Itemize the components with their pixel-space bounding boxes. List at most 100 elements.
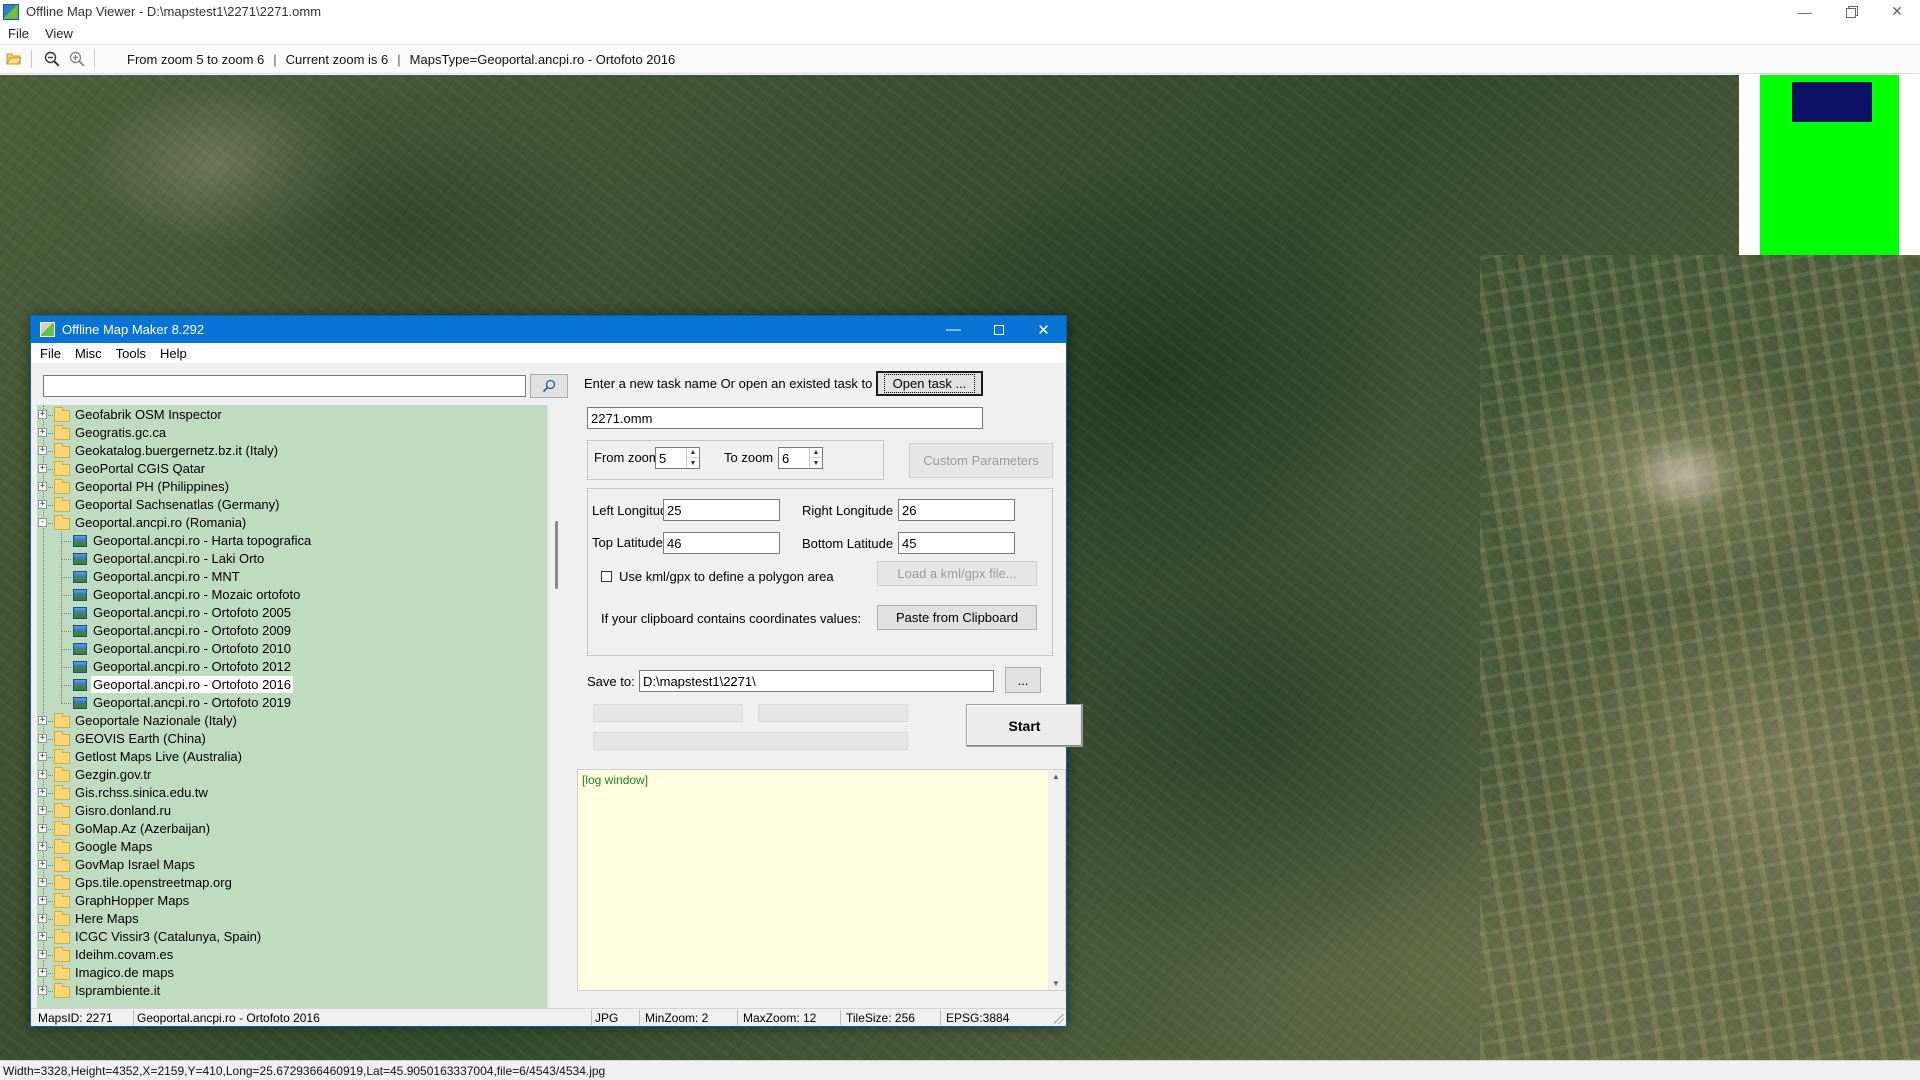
expand-icon[interactable]: + (38, 770, 47, 779)
tree-map-item[interactable]: Geoportal.ancpi.ro - MNT (37, 568, 542, 586)
expand-icon[interactable]: + (38, 986, 47, 995)
expand-icon[interactable]: + (38, 896, 47, 905)
tree-folder-item[interactable]: + Geokatalog.buergernetz.bz.it (Italy) (37, 442, 542, 460)
from-zoom-arrows[interactable]: ▲ ▼ (686, 448, 699, 468)
restore-button[interactable] (1828, 0, 1874, 23)
tree-scrollbar-thumb[interactable] (555, 521, 558, 589)
spin-up-icon[interactable]: ▲ (687, 448, 699, 458)
menu-view[interactable]: View (37, 26, 81, 41)
tree-map-item[interactable]: Geoportal.ancpi.ro - Harta topografica (37, 532, 542, 550)
zoom-out-button[interactable] (41, 48, 63, 70)
dialog-menu-misc[interactable]: Misc (68, 346, 109, 361)
tree-map-item[interactable]: Geoportal.ancpi.ro - Ortofoto 2005 (37, 604, 542, 622)
save-to-field[interactable]: D:\mapstest1\2271\ (639, 670, 994, 692)
expand-icon[interactable]: + (38, 788, 47, 797)
log-window[interactable]: [log window] ▲ ▼ (577, 769, 1066, 991)
tree-folder-item[interactable]: + GraphHopper Maps (37, 892, 542, 910)
tree-folder-item[interactable]: + ICGC Vissir3 (Catalunya, Spain) (37, 928, 542, 946)
tree-folder-item[interactable]: + Ideihm.covam.es (37, 946, 542, 964)
tree-folder-item[interactable]: - Geoportal.ancpi.ro (Romania) (37, 514, 542, 532)
spin-down-icon[interactable]: ▼ (810, 458, 822, 468)
start-button[interactable]: Start (966, 704, 1083, 747)
tree-folder-item[interactable]: + GoMap.Az (Azerbaijan) (37, 820, 542, 838)
expand-icon[interactable]: + (38, 824, 47, 833)
expand-icon[interactable]: + (38, 428, 47, 437)
tree-map-item[interactable]: Geoportal.ancpi.ro - Ortofoto 2016 (37, 676, 542, 694)
to-zoom-stepper[interactable]: 6 ▲ ▼ (778, 447, 823, 469)
open-file-button[interactable] (3, 48, 25, 70)
expand-icon[interactable]: + (38, 860, 47, 869)
close-button[interactable]: ✕ (1874, 0, 1920, 23)
to-zoom-arrows[interactable]: ▲ ▼ (809, 448, 822, 468)
dialog-menu-help[interactable]: Help (153, 346, 194, 361)
expand-icon[interactable]: + (38, 752, 47, 761)
tree-folder-item[interactable]: + Gis.rchss.sinica.edu.tw (37, 784, 542, 802)
tree-map-item[interactable]: Geoportal.ancpi.ro - Ortofoto 2012 (37, 658, 542, 676)
right-longitude-field[interactable]: 26 (898, 499, 1015, 521)
tree-map-item[interactable]: Geoportal.ancpi.ro - Ortofoto 2010 (37, 640, 542, 658)
dialog-minimize-button[interactable]: — (931, 316, 976, 343)
minimize-button[interactable]: — (1782, 0, 1828, 23)
tree-folder-item[interactable]: + Geogratis.gc.ca (37, 424, 542, 442)
search-button[interactable] (530, 374, 568, 398)
browse-button[interactable]: ... (1005, 667, 1041, 693)
collapse-icon[interactable]: - (38, 518, 47, 527)
expand-icon[interactable]: + (38, 878, 47, 887)
expand-icon[interactable]: + (38, 446, 47, 455)
dialog-maximize-button[interactable] (976, 316, 1021, 343)
paste-clipboard-button[interactable]: Paste from Clipboard (877, 605, 1037, 630)
tree-map-item[interactable]: Geoportal.ancpi.ro - Laki Orto (37, 550, 542, 568)
dialog-close-button[interactable]: ✕ (1021, 316, 1066, 343)
log-scrollbar[interactable]: ▲ ▼ (1048, 770, 1065, 990)
tree-folder-item[interactable]: + Gps.tile.openstreetmap.org (37, 874, 542, 892)
tree-map-item[interactable]: Geoportal.ancpi.ro - Ortofoto 2019 (37, 694, 542, 712)
overview-minimap[interactable] (1739, 75, 1920, 255)
expand-icon[interactable]: + (38, 500, 47, 509)
dialog-menu-file[interactable]: File (33, 346, 68, 361)
expand-icon[interactable]: + (38, 410, 47, 419)
expand-icon[interactable]: + (38, 716, 47, 725)
kml-checkbox[interactable] (601, 571, 612, 582)
expand-icon[interactable]: + (38, 932, 47, 941)
custom-parameters-button[interactable]: Custom Parameters (909, 443, 1053, 478)
expand-icon[interactable]: + (38, 482, 47, 491)
open-task-button[interactable]: Open task ... (876, 371, 983, 396)
top-latitude-field[interactable]: 46 (663, 532, 780, 554)
tree-folder-item[interactable]: + Here Maps (37, 910, 542, 928)
tree-map-item[interactable]: Geoportal.ancpi.ro - Ortofoto 2009 (37, 622, 542, 640)
zoom-in-button[interactable] (66, 48, 88, 70)
overview-viewport[interactable] (1792, 82, 1872, 122)
expand-icon[interactable]: + (38, 806, 47, 815)
tree-folder-item[interactable]: + GEOVIS Earth (China) (37, 730, 542, 748)
maps-tree[interactable]: + Geofabrik OSM Inspector + Geogratis.gc.ca… (37, 405, 564, 1008)
bottom-latitude-field[interactable]: 45 (898, 532, 1015, 554)
tree-folder-item[interactable]: + Isprambiente.it (37, 982, 542, 1000)
expand-icon[interactable]: + (38, 734, 47, 743)
scroll-up-icon[interactable]: ▲ (1052, 772, 1060, 781)
scroll-down-icon[interactable]: ▼ (1052, 979, 1060, 988)
expand-icon[interactable]: + (38, 968, 47, 977)
tree-scrollbar[interactable] (547, 405, 564, 1008)
expand-icon[interactable]: + (38, 914, 47, 923)
spin-up-icon[interactable]: ▲ (810, 448, 822, 458)
tree-folder-item[interactable]: + Gisro.donland.ru (37, 802, 542, 820)
spin-down-icon[interactable]: ▼ (687, 458, 699, 468)
resize-grip[interactable] (1054, 1014, 1064, 1024)
tree-folder-item[interactable]: + Gezgin.gov.tr (37, 766, 542, 784)
dialog-menu-tools[interactable]: Tools (109, 346, 153, 361)
expand-icon[interactable]: + (38, 950, 47, 959)
expand-icon[interactable]: + (38, 464, 47, 473)
tree-folder-item[interactable]: + Geoportal PH (Philippines) (37, 478, 542, 496)
task-name-field[interactable]: 2271.omm (587, 407, 983, 429)
tree-folder-item[interactable]: + Google Maps (37, 838, 542, 856)
dialog-titlebar[interactable]: Offline Map Maker 8.292 — ✕ (31, 316, 1066, 343)
tree-folder-item[interactable]: + GovMap Israel Maps (37, 856, 542, 874)
load-kml-button[interactable]: Load a kml/gpx file... (877, 561, 1037, 586)
tree-folder-item[interactable]: + GeoPortal CGIS Qatar (37, 460, 542, 478)
tree-folder-item[interactable]: + Geofabrik OSM Inspector (37, 406, 542, 424)
search-input[interactable] (43, 375, 526, 397)
tree-folder-item[interactable]: + Imagico.de maps (37, 964, 542, 982)
tree-folder-item[interactable]: + Getlost Maps Live (Australia) (37, 748, 542, 766)
menu-file[interactable]: File (0, 26, 37, 41)
expand-icon[interactable]: + (38, 842, 47, 851)
